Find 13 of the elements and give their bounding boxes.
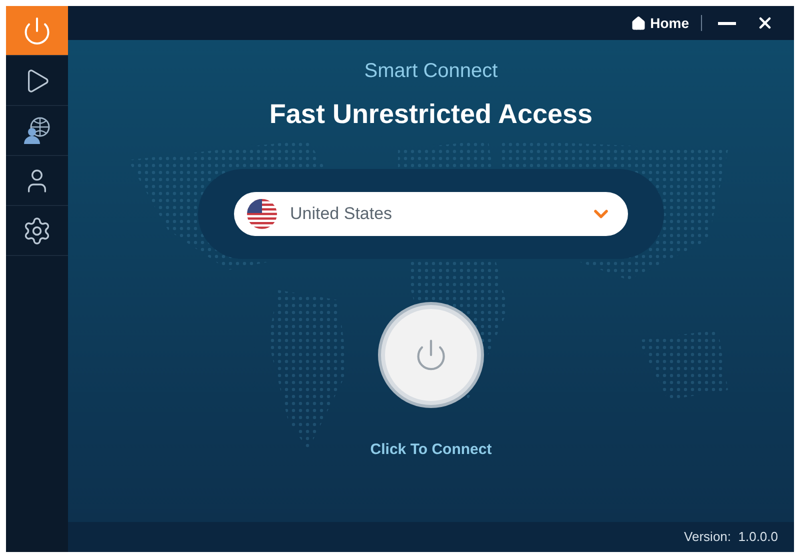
country-select[interactable]: United States (234, 192, 628, 236)
home-icon (631, 16, 646, 30)
headline: Fast Unrestricted Access (269, 98, 593, 131)
country-name: United States (290, 202, 394, 225)
settings-icon (22, 216, 52, 246)
home-link[interactable]: Home (631, 12, 689, 34)
power-icon (22, 16, 52, 46)
version-label: Version: 1.0.0.0 (684, 528, 778, 546)
flag-icon (246, 198, 278, 230)
connect-label: Click To Connect (370, 440, 492, 460)
power-icon (414, 338, 448, 372)
subtitle: Smart Connect (364, 59, 498, 84)
minimize-icon (718, 22, 736, 24)
